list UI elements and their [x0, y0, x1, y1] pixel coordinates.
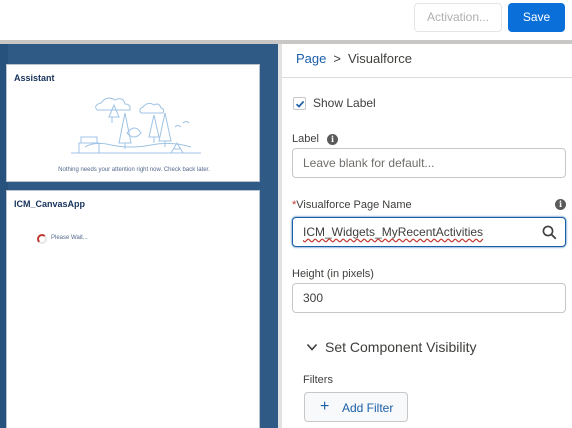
- breadcrumb-separator: >: [333, 51, 341, 66]
- height-field-label: Height (in pixels): [292, 268, 374, 280]
- breadcrumb: Page > Visualforce: [296, 51, 412, 66]
- height-input[interactable]: 300: [292, 283, 566, 313]
- save-button[interactable]: Save: [508, 3, 565, 32]
- breadcrumb-current: Visualforce: [347, 51, 413, 66]
- properties-panel: Page > Visualforce Show Label Label i Leav…: [282, 44, 572, 428]
- chevron-down-icon[interactable]: [306, 342, 318, 352]
- vf-page-name-label: *Visualforce Page Name: [292, 199, 412, 211]
- info-icon[interactable]: i: [555, 199, 566, 210]
- loading-spinner-icon: [37, 234, 47, 244]
- breadcrumb-page-link[interactable]: Page: [296, 51, 326, 66]
- page-canvas: Assistant Nothing needs your attention r…: [0, 44, 278, 428]
- vf-page-name-label-text: Visualforce Page Name: [296, 199, 412, 211]
- icm-canvasapp-title: ICM_CanvasApp: [14, 199, 86, 209]
- add-filter-label: Add Filter: [342, 401, 394, 415]
- loading-text: Please Wait...: [51, 235, 88, 241]
- top-toolbar: Activation... Save: [0, 0, 572, 40]
- assistant-title: Assistant: [14, 73, 55, 83]
- search-icon[interactable]: [542, 225, 557, 240]
- vf-page-name-input[interactable]: ICM_Widgets_MyRecentActivities: [292, 217, 566, 247]
- icm-canvasapp-component[interactable]: ICM_CanvasApp Please Wait...: [6, 190, 260, 428]
- info-icon[interactable]: i: [327, 134, 338, 145]
- panel-header-divider: [282, 77, 572, 78]
- plus-icon: +: [320, 398, 330, 415]
- label-input[interactable]: Leave blank for default...: [292, 148, 566, 178]
- show-label-checkbox[interactable]: [293, 97, 306, 110]
- assistant-empty-message: Nothing needs your attention right now. …: [58, 167, 210, 173]
- label-input-placeholder: Leave blank for default...: [303, 156, 435, 170]
- filters-label: Filters: [303, 374, 333, 386]
- add-filter-button[interactable]: + Add Filter: [304, 392, 408, 422]
- assistant-illustration-icon: [71, 97, 201, 154]
- show-label-text: Show Label: [313, 96, 376, 110]
- activation-button[interactable]: Activation...: [414, 3, 502, 32]
- assistant-component[interactable]: Assistant Nothing needs your attention r…: [6, 64, 260, 182]
- checkmark-icon: [295, 100, 305, 108]
- vf-page-name-value: ICM_Widgets_MyRecentActivities: [303, 225, 484, 239]
- height-input-value: 300: [303, 291, 324, 305]
- set-component-visibility-toggle[interactable]: Set Component Visibility: [325, 339, 476, 355]
- label-field-label: Label: [292, 133, 319, 145]
